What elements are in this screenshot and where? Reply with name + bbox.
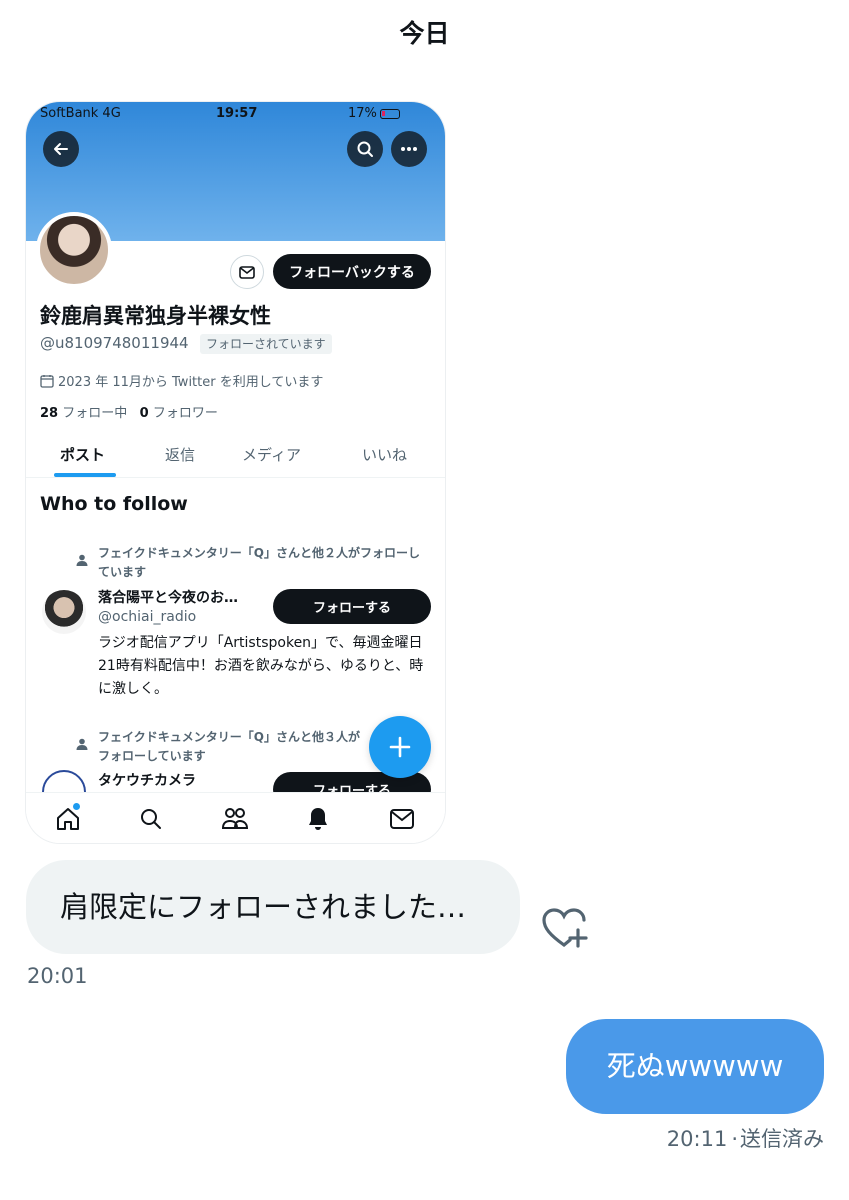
nav-notifications	[304, 805, 332, 833]
follow-context: フェイクドキュメンタリー「Q」さんと他３人がフォローしています	[98, 730, 360, 763]
person-icon	[76, 554, 88, 566]
bottom-nav	[26, 792, 445, 843]
active-tab-indicator	[54, 473, 116, 477]
bell-icon	[309, 808, 327, 830]
more-button	[391, 131, 427, 167]
back-button	[43, 131, 79, 167]
tab-replies: 返信	[165, 446, 196, 464]
who-to-follow-title: Who to follow	[40, 493, 188, 515]
user-handle: @ochiai_radio	[98, 609, 197, 625]
user-avatar	[42, 590, 86, 634]
nav-communities	[221, 805, 249, 833]
separator-dot: ·	[731, 1127, 738, 1151]
follow-button: フォローする	[273, 589, 431, 624]
status-time: 19:57	[216, 106, 258, 121]
calendar-icon	[40, 374, 54, 388]
sent-status: 送信済み	[740, 1127, 824, 1151]
person-icon	[76, 738, 88, 750]
date-header: 今日	[399, 19, 450, 48]
notification-dot	[73, 803, 80, 810]
status-carrier: SoftBank 4G	[40, 106, 121, 121]
follow-back-button: フォローバックする	[273, 254, 431, 289]
following-count: 28	[40, 406, 59, 421]
search-button	[347, 131, 383, 167]
display-name: 鈴鹿肩異常独身半裸女性	[40, 304, 271, 328]
arrow-left-icon	[54, 143, 68, 155]
joined-date: 2023 年 11月から Twitter を利用しています	[40, 371, 323, 390]
compose-fab	[369, 716, 431, 778]
outgoing-message-bubble[interactable]: 死ぬwwwww	[566, 1019, 824, 1114]
follow-counts: 28 フォロー中 0 フォロワー	[40, 402, 218, 421]
mail-icon	[390, 809, 414, 829]
communities-icon	[221, 808, 249, 829]
message-button	[230, 255, 264, 289]
joined-text: 2023 年 11月から Twitter を利用しています	[58, 375, 324, 390]
tab-likes: いいね	[362, 446, 408, 464]
following-label: フォロー中	[62, 406, 128, 421]
nav-messages	[388, 805, 416, 833]
followers-count: 0	[139, 406, 149, 421]
incoming-timestamp: 20:01	[27, 964, 88, 988]
tab-media: メディア	[242, 446, 301, 464]
followers-label: フォロワー	[152, 406, 218, 421]
search-icon	[357, 141, 373, 157]
outgoing-meta: 20:11 ·送信済み	[667, 1123, 824, 1153]
status-battery: 17%	[348, 106, 377, 121]
status-right: 17%	[348, 106, 400, 126]
incoming-message-bubble[interactable]: 肩限定にフォローされました…	[26, 860, 520, 954]
user-bio: ラジオ配信アプリ「Artistspoken」で、毎週金曜日21時有料配信中！お酒…	[98, 635, 424, 697]
mail-icon	[239, 265, 255, 279]
search-icon	[141, 809, 161, 829]
tab-posts: ポスト	[60, 446, 106, 464]
profile-avatar	[36, 212, 112, 288]
user-name: タケウチカメラ	[98, 773, 196, 789]
add-reaction-icon[interactable]	[540, 906, 588, 950]
profile-tabs: ポスト 返信 メディア いいね	[26, 432, 445, 478]
shared-screenshot[interactable]: SoftBank 4G 19:57 17% フォローバックする 鈴鹿肩異常独身半…	[26, 102, 445, 843]
profile-handle: @u8109748011944	[40, 334, 189, 352]
follow-context: フェイクドキュメンタリー「Q」さんと他２人がフォローしています	[98, 546, 420, 579]
follows-you-badge: フォローされています	[200, 334, 332, 354]
battery-icon	[379, 108, 400, 119]
plus-icon	[389, 736, 411, 758]
more-icon	[401, 147, 417, 151]
nav-search	[137, 805, 165, 833]
outgoing-timestamp: 20:11	[666, 1127, 728, 1151]
user-name: 落合陽平と今夜のお…	[98, 590, 238, 606]
